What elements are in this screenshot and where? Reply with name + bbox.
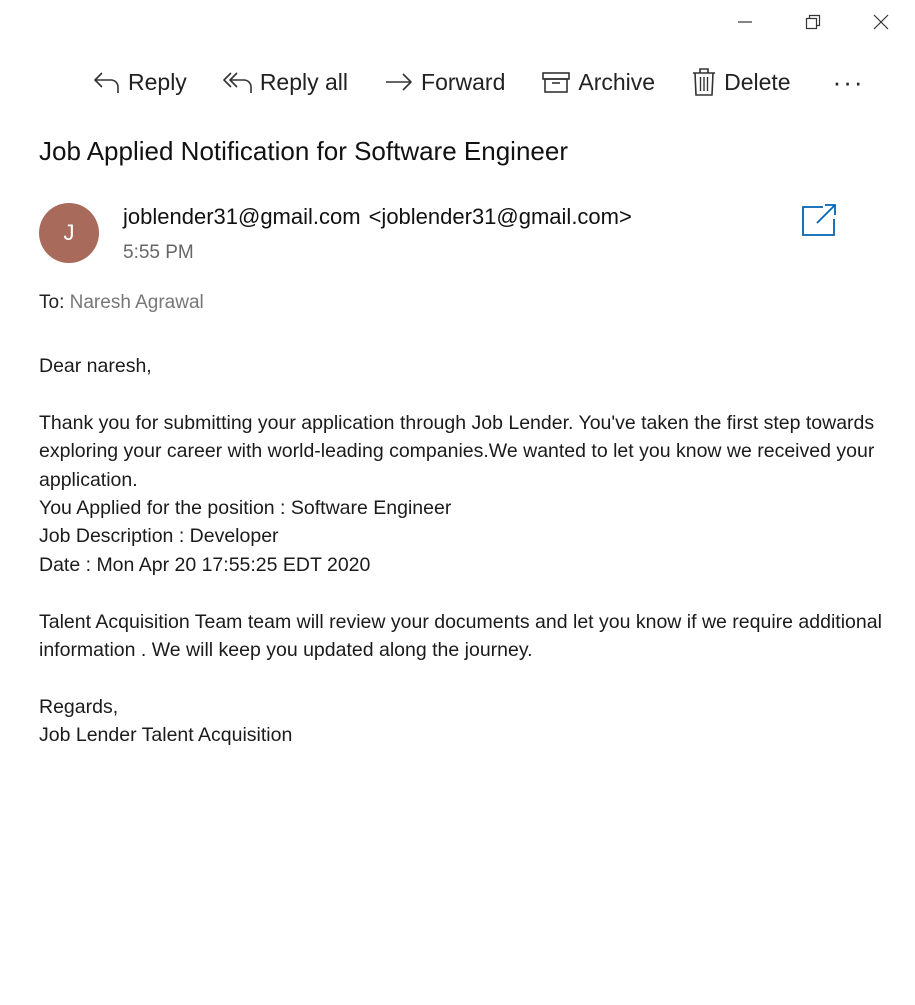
window-controls [711, 0, 915, 44]
archive-label: Archive [578, 68, 656, 95]
reply-label: Reply [128, 68, 187, 95]
message-time: 5:55 PM [123, 242, 194, 263]
open-in-new-window-button[interactable] [801, 203, 837, 237]
job-description-line: Job Description : Developer [39, 525, 279, 548]
minimize-button[interactable] [711, 0, 779, 44]
close-icon [873, 14, 889, 30]
sender-name[interactable]: joblender31@gmail.com [123, 204, 361, 229]
closing: Regards, [39, 695, 119, 718]
sender-avatar[interactable]: J [39, 203, 99, 263]
body-paragraph-2: Talent Acquisition Team team will review… [39, 610, 882, 662]
reply-button[interactable]: Reply [93, 62, 187, 102]
body-paragraph-1: Thank you for submitting your applicatio… [39, 411, 875, 491]
forward-label: Forward [421, 68, 506, 95]
reply-all-button[interactable]: Reply all [223, 62, 348, 102]
delete-button[interactable]: Delete [691, 62, 791, 102]
message-toolbar: Reply Reply all Forward Archive Delete ·… [93, 62, 865, 102]
close-button[interactable] [847, 0, 915, 44]
minimize-icon [738, 21, 752, 23]
restore-icon [805, 14, 821, 30]
more-ellipsis-icon: ··· [832, 66, 865, 97]
position-line: You Applied for the position : Software … [39, 497, 452, 520]
recipient-name[interactable]: Naresh Agrawal [70, 292, 204, 313]
forward-button[interactable]: Forward [384, 62, 505, 102]
message-body: Dear naresh, Thank you for submitting yo… [39, 352, 884, 750]
popout-icon [802, 204, 836, 236]
archive-box-icon [541, 68, 571, 96]
archive-button[interactable]: Archive [541, 62, 655, 102]
recipients-line: To: Naresh Agrawal [39, 292, 204, 314]
trash-icon [691, 67, 717, 97]
restore-button[interactable] [779, 0, 847, 44]
message-subject: Job Applied Notification for Software En… [39, 136, 568, 166]
greeting: Dear naresh, [39, 355, 152, 377]
sender-line: joblender31@gmail.com <joblender31@gmail.… [123, 204, 632, 230]
more-actions-button[interactable]: ··· [833, 62, 865, 102]
signature: Job Lender Talent Acquisition [39, 724, 293, 747]
delete-label: Delete [724, 68, 791, 95]
reply-all-label: Reply all [259, 68, 349, 95]
date-line: Date : Mon Apr 20 17:55:25 EDT 2020 [39, 553, 371, 576]
reply-icon [93, 68, 121, 96]
reply-all-icon [223, 68, 253, 96]
forward-arrow-icon [384, 68, 414, 96]
avatar-initial: J [63, 220, 75, 245]
sender-address[interactable]: <joblender31@gmail.com> [369, 204, 632, 229]
to-label: To: [39, 292, 65, 313]
